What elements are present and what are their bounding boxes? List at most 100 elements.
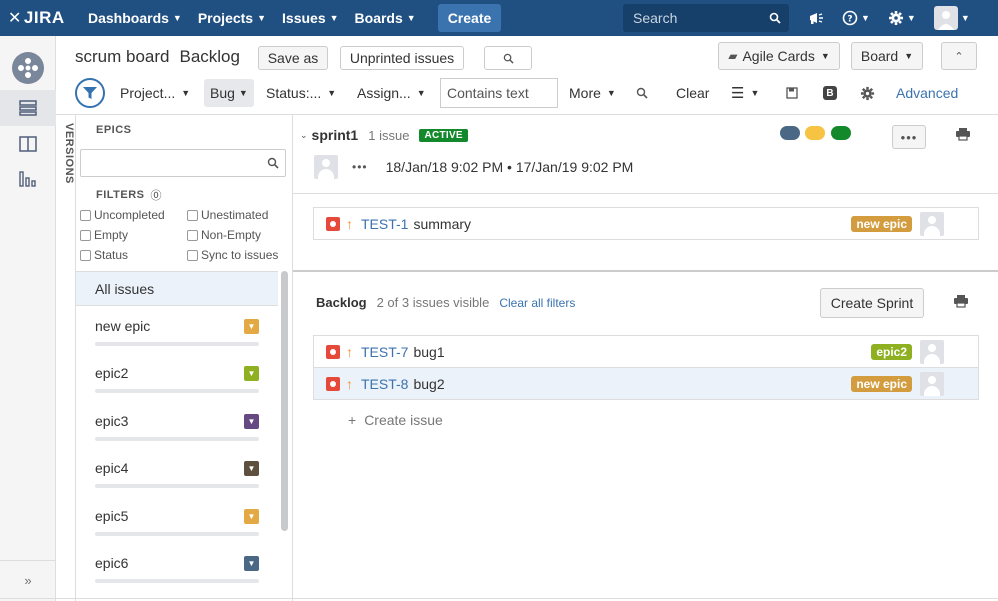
issue-key[interactable]: TEST-7	[361, 344, 408, 360]
epic-item[interactable]: epic6 ▼	[95, 555, 259, 583]
board-button[interactable]: Board ▼	[851, 42, 923, 70]
epic-lozenge[interactable]: new epic	[851, 376, 912, 392]
filter-status[interactable]: Status	[80, 248, 128, 262]
backlog-nav-icon[interactable]	[0, 90, 56, 126]
filter-settings-button[interactable]	[860, 78, 875, 108]
jira-logo-icon: ✕	[8, 10, 22, 27]
save-filter-button[interactable]	[786, 78, 798, 108]
checkbox[interactable]	[80, 229, 91, 241]
project-avatar[interactable]	[0, 52, 56, 84]
active-sprints-nav-icon[interactable]	[0, 136, 56, 152]
filter-unestimated[interactable]: Unestimated	[187, 208, 268, 222]
nav-label: Issues	[282, 10, 326, 26]
issue-row[interactable]: ↑ TEST-1 summary new epic	[313, 207, 979, 240]
all-issues-item[interactable]: All issues	[76, 271, 278, 306]
unprinted-issues-button[interactable]: Unprinted issues	[340, 46, 464, 70]
help-icon[interactable]: ⓪	[151, 187, 163, 203]
checkbox[interactable]	[187, 229, 198, 241]
issue-key[interactable]: TEST-1	[361, 216, 408, 232]
epic-dropdown-icon[interactable]: ▼	[244, 461, 259, 476]
filter-funnel-button[interactable]	[75, 78, 105, 108]
filter-sync-to-issues[interactable]: Sync to issues	[187, 248, 278, 262]
versions-panel-tab[interactable]	[56, 115, 76, 601]
assignee-filter[interactable]: Assign... ▼	[357, 78, 426, 108]
more-filter-label: More	[569, 85, 601, 101]
bug-icon	[326, 216, 340, 231]
collapse-header-button[interactable]: ⌃	[941, 42, 977, 70]
epic-dropdown-icon[interactable]: ▼	[244, 556, 259, 571]
epic-search-input[interactable]	[80, 149, 286, 177]
cards-icon: ▰	[728, 49, 738, 63]
header-search-button[interactable]	[484, 46, 532, 70]
epic-dropdown-icon[interactable]: ▼	[244, 366, 259, 381]
issue-row[interactable]: ↑ TEST-8 bug2 new epic	[313, 367, 979, 400]
search-icon	[769, 12, 781, 24]
top-right-icons: ? ▼ ▼ ▼	[808, 0, 970, 36]
gear-icon	[860, 86, 875, 100]
filter-uncompleted[interactable]: Uncompleted	[80, 208, 165, 222]
issue-row[interactable]: ↑ TEST-7 bug1 epic2	[313, 335, 979, 368]
epic-item[interactable]: epic2 ▼	[95, 365, 259, 393]
checkbox[interactable]	[187, 209, 198, 221]
bold-button[interactable]: B	[823, 78, 837, 108]
create-issue-button[interactable]: + Create issue	[348, 412, 443, 428]
epic-lozenge[interactable]: new epic	[851, 216, 912, 232]
create-button[interactable]: Create	[437, 4, 502, 32]
advanced-link[interactable]: Advanced	[896, 78, 958, 108]
epic-item[interactable]: epic3 ▼	[95, 413, 259, 441]
nav-dashboards[interactable]: Dashboards ▼	[88, 10, 182, 26]
versions-label[interactable]: VERSIONS	[63, 123, 75, 184]
nav-projects[interactable]: Projects ▼	[198, 10, 266, 26]
issue-key[interactable]: TEST-8	[361, 376, 408, 392]
checkbox[interactable]	[187, 249, 198, 261]
epic-dropdown-icon[interactable]: ▼	[244, 319, 259, 334]
contains-text-field[interactable]: Contains text	[440, 78, 558, 108]
sprint-more-button[interactable]: •••	[892, 125, 926, 149]
create-sprint-button[interactable]: Create Sprint	[820, 288, 924, 318]
jira-logo[interactable]: ✕ JIRA	[8, 8, 88, 28]
epic-item[interactable]: new epic ▼	[95, 318, 259, 346]
filter-search-button[interactable]	[636, 78, 648, 108]
bug-filter[interactable]: Bug ▼	[204, 79, 254, 107]
project-filter[interactable]: Project... ▼	[120, 78, 190, 108]
chevron-down-icon[interactable]: ⌄	[300, 130, 308, 141]
epic-progress-bar	[95, 579, 259, 583]
list-view-button[interactable]: ☰ ▼	[731, 78, 759, 108]
print-icon[interactable]	[953, 294, 969, 311]
status-filter[interactable]: Status:... ▼	[266, 78, 336, 108]
print-icon[interactable]	[955, 127, 971, 144]
logo-text: JIRA	[23, 8, 65, 27]
user-menu[interactable]: ▼	[933, 6, 970, 30]
nav-issues[interactable]: Issues ▼	[282, 10, 339, 26]
nav-boards[interactable]: Boards ▼	[355, 10, 416, 26]
page-title: scrum board Backlog	[75, 47, 240, 67]
search-icon	[636, 87, 648, 99]
global-search-input[interactable]: Search	[623, 4, 789, 32]
epic-progress-bar	[95, 389, 259, 393]
sprint-more-icon[interactable]: •••	[352, 160, 368, 174]
megaphone-icon[interactable]	[808, 11, 824, 25]
expand-sidebar-icon[interactable]: »	[0, 560, 56, 600]
clear-filters-button[interactable]: Clear	[676, 78, 709, 108]
filter-label: Unestimated	[201, 208, 269, 222]
gear-icon[interactable]: ▼	[888, 10, 916, 26]
save-as-button[interactable]: Save as	[258, 46, 328, 70]
filter-empty[interactable]: Empty	[80, 228, 128, 242]
epic-item[interactable]: epic5 ▼	[95, 508, 259, 536]
sprint-header[interactable]: ⌄ sprint1 1 issue ACTIVE	[300, 127, 468, 143]
epic-dropdown-icon[interactable]: ▼	[244, 414, 259, 429]
epic-dropdown-icon[interactable]: ▼	[244, 509, 259, 524]
help-icon[interactable]: ? ▼	[842, 10, 870, 26]
filter-non-empty[interactable]: Non-Empty	[187, 228, 261, 242]
epic-item[interactable]: epic4 ▼	[95, 460, 259, 488]
checkbox[interactable]	[80, 249, 91, 261]
clear-all-filters-link[interactable]: Clear all filters	[499, 296, 575, 310]
filter-label: Sync to issues	[201, 248, 279, 262]
reports-nav-icon[interactable]	[0, 170, 56, 188]
contains-text-input[interactable]: Contains text	[440, 78, 558, 108]
epic-lozenge[interactable]: epic2	[871, 344, 912, 360]
epics-scrollbar[interactable]	[281, 271, 288, 531]
agile-cards-button[interactable]: ▰ Agile Cards ▼	[718, 42, 840, 70]
more-filter[interactable]: More ▼	[569, 78, 616, 108]
checkbox[interactable]	[80, 209, 91, 221]
